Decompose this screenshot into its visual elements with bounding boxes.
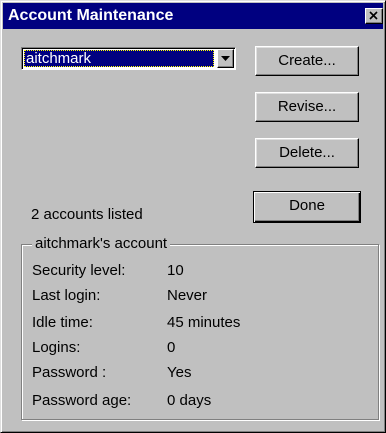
password-age-label: Password age: bbox=[32, 392, 132, 409]
last-login-label: Last login: bbox=[32, 287, 101, 304]
logins-label: Logins: bbox=[32, 339, 81, 356]
password-value: Yes bbox=[167, 364, 192, 381]
account-maintenance-dialog: Account Maintenance aitchmark Create... … bbox=[0, 0, 386, 433]
delete-button[interactable]: Delete... bbox=[255, 138, 359, 168]
security-level-value: 10 bbox=[167, 262, 184, 279]
idle-time-label: Idle time: bbox=[32, 314, 93, 331]
idle-time-value: 45 minutes bbox=[167, 314, 241, 331]
logins-value: 0 bbox=[167, 339, 176, 356]
account-dropdown-value[interactable]: aitchmark bbox=[24, 50, 214, 67]
window-title: Account Maintenance bbox=[8, 7, 174, 24]
account-dropdown[interactable]: aitchmark bbox=[21, 47, 236, 70]
close-button[interactable] bbox=[365, 8, 383, 24]
title-bar[interactable]: Account Maintenance bbox=[3, 3, 383, 29]
close-icon bbox=[369, 11, 378, 20]
accounts-count-label: 2 accounts listed bbox=[31, 206, 143, 223]
account-dropdown-button[interactable] bbox=[217, 49, 234, 68]
password-age-value: 0 days bbox=[167, 392, 212, 409]
password-label: Password : bbox=[32, 364, 107, 381]
last-login-value: Never bbox=[167, 287, 208, 304]
done-button[interactable]: Done bbox=[253, 191, 361, 223]
chevron-down-icon bbox=[221, 56, 230, 61]
security-level-label: Security level: bbox=[32, 262, 126, 279]
revise-button[interactable]: Revise... bbox=[255, 92, 359, 122]
account-details-title: aitchmark's account bbox=[32, 235, 171, 253]
create-button[interactable]: Create... bbox=[255, 46, 359, 76]
